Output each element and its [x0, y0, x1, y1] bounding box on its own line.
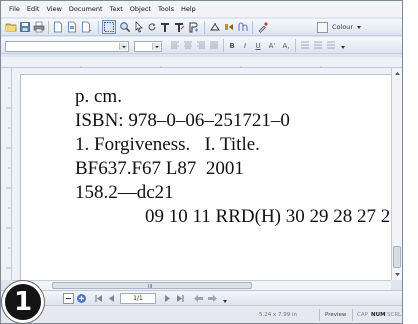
menu-document[interactable]: Document [69, 5, 103, 13]
text-edit-icon[interactable] [173, 21, 185, 33]
menu-view[interactable]: View [46, 5, 61, 13]
horizontal-ruler[interactable] [1, 57, 402, 71]
status-divider [352, 309, 353, 321]
text-line[interactable]: 158.2—dc21 [75, 181, 390, 205]
text-line[interactable]: 1. Forgiveness. I. Title. [75, 133, 390, 157]
status-divider [319, 309, 320, 321]
underline-button[interactable]: U [253, 40, 263, 52]
open-folder-icon[interactable] [5, 21, 17, 33]
next-page-icon[interactable] [162, 293, 173, 304]
num-lock-indicator: NUM [371, 312, 386, 318]
text-tool-icon[interactable] [159, 21, 171, 33]
path-tool-icon[interactable] [237, 21, 249, 33]
chevron-down-icon[interactable] [119, 43, 127, 50]
align-right-icon[interactable] [195, 39, 207, 51]
main-toolbar: Colour [1, 19, 402, 36]
scroll-down-icon[interactable] [394, 271, 401, 278]
menu-object[interactable]: Object [130, 5, 151, 13]
previous-page-icon[interactable] [106, 293, 117, 304]
object-tool-icon[interactable] [209, 21, 221, 33]
chevron-down-icon[interactable] [152, 43, 160, 50]
text-line[interactable]: p. cm. [75, 85, 390, 109]
app-window: File Edit View Document Text Object Tool… [0, 0, 403, 324]
text-line[interactable]: BF637.F67 L87 2001 [75, 157, 390, 181]
zoom-icon[interactable] [119, 21, 131, 33]
font-name-select[interactable] [5, 41, 129, 52]
paragraph-right-icon[interactable] [325, 39, 337, 51]
menu-help[interactable]: Help [181, 5, 196, 13]
rotate-icon[interactable] [146, 21, 158, 33]
align-justify-icon[interactable] [208, 39, 220, 51]
caps-lock-indicator: CAP [357, 312, 368, 318]
scroll-lock-indicator: SCRL [387, 312, 402, 318]
page-text[interactable]: p. cm. ISBN: 978–0–06–251721–0 1. Forgiv… [75, 85, 390, 229]
more-options-icon[interactable] [341, 46, 345, 49]
colour-label[interactable]: Colour [332, 23, 353, 31]
first-page-icon[interactable] [93, 293, 104, 304]
document-canvas[interactable]: p. cm. ISBN: 978–0–06–251721–0 1. Forgiv… [12, 68, 391, 280]
last-page-icon[interactable] [175, 293, 186, 304]
colour-dropdown-icon[interactable] [357, 26, 361, 29]
text-line[interactable]: ISBN: 978–0–06–251721–0 [75, 109, 390, 133]
back-icon[interactable] [193, 293, 204, 304]
step-number-badge: 1 [2, 281, 44, 323]
toolbar-separator [252, 21, 253, 34]
vertical-scroll-thumb[interactable] [393, 246, 401, 268]
page-properties-icon[interactable] [66, 21, 78, 33]
ruler-ticks [6, 87, 11, 269]
colour-swatch[interactable] [317, 22, 328, 33]
toolbar-separator [48, 21, 49, 34]
align-center-icon[interactable] [182, 39, 194, 51]
page-navigation-bar: 1/1 [1, 290, 402, 305]
vertical-ruler[interactable] [1, 68, 12, 280]
horizontal-scroll-thumb[interactable]: III [52, 282, 252, 290]
menu-text[interactable]: Text [110, 5, 123, 13]
scroll-up-icon[interactable] [394, 70, 401, 77]
superscript-button[interactable]: A' [266, 40, 278, 52]
page-number-field[interactable]: 1/1 [120, 293, 156, 304]
menu-bar: File Edit View Document Text Object Tool… [1, 1, 402, 17]
toolbar-separator [204, 21, 205, 34]
toolbar-separator [295, 39, 296, 52]
horizontal-scrollbar[interactable]: III [12, 280, 391, 290]
status-bar: 5.24 x 7.99 in Preview CAP NUM SCRL [1, 305, 402, 323]
format-toolbar: B I U A' A, [1, 37, 402, 54]
zoom-in-icon[interactable] [76, 293, 87, 304]
menu-tools[interactable]: Tools [158, 5, 174, 13]
save-icon[interactable] [19, 21, 31, 33]
toolbar-separator [223, 39, 224, 52]
page-size-status: 5.24 x 7.99 in [259, 312, 298, 318]
document-page[interactable]: p. cm. ISBN: 978–0–06–251721–0 1. Forgiv… [20, 74, 391, 280]
nav-options-icon[interactable] [223, 300, 227, 303]
document-menu-icon[interactable] [80, 21, 92, 33]
select-tool-icon[interactable] [102, 20, 116, 34]
bold-button[interactable]: B [227, 40, 237, 52]
text-line[interactable]: 09 10 11 RRD(H) 30 29 28 27 2 [75, 205, 390, 229]
text-column-icon[interactable] [187, 21, 199, 33]
zoom-out-icon[interactable] [63, 293, 74, 304]
font-size-select[interactable] [134, 41, 162, 52]
forward-icon[interactable] [207, 293, 218, 304]
eyedropper-icon[interactable] [257, 21, 269, 33]
mode-status: Preview [325, 312, 347, 318]
subscript-button[interactable]: A, [280, 40, 292, 52]
menu-file[interactable]: File [9, 5, 20, 13]
align-left-icon[interactable] [169, 39, 181, 51]
toolbar-separator [98, 21, 99, 34]
italic-button[interactable]: I [240, 40, 250, 52]
menu-edit[interactable]: Edit [27, 5, 40, 13]
pointer-icon[interactable] [133, 21, 145, 33]
vertical-scrollbar[interactable] [391, 68, 402, 280]
paragraph-left-icon[interactable] [299, 39, 311, 51]
new-page-icon[interactable] [52, 21, 64, 33]
link-tool-icon[interactable] [223, 21, 235, 33]
paragraph-center-icon[interactable] [312, 39, 324, 51]
print-icon[interactable] [33, 21, 45, 33]
